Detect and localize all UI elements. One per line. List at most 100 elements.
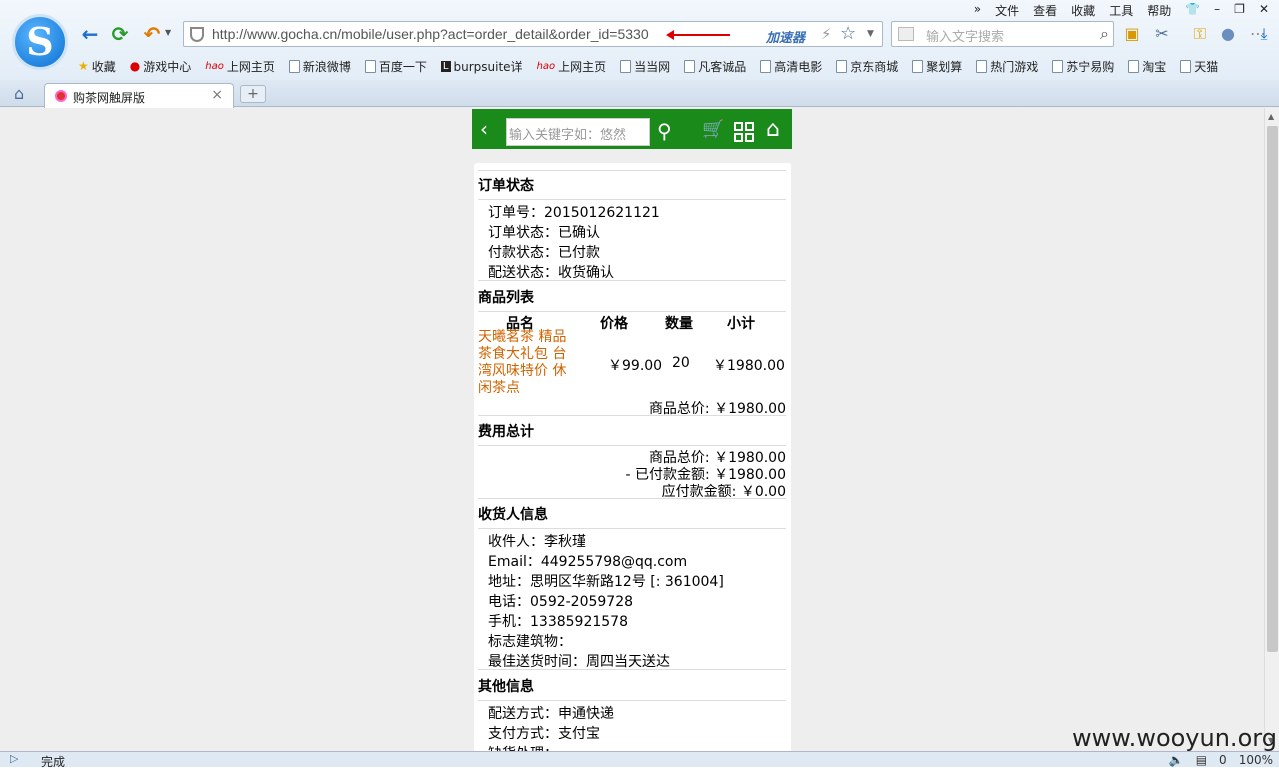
divider: [478, 280, 786, 281]
bookmark-item[interactable]: 聚划算: [912, 57, 962, 75]
toolbox-icon[interactable]: ▤: [1196, 753, 1207, 767]
home-icon[interactable]: ⌂: [766, 117, 780, 142]
bolt-icon[interactable]: ⚡: [821, 25, 832, 43]
scroll-up-icon[interactable]: ▲: [1268, 112, 1274, 121]
page-icon: [620, 59, 632, 73]
download-icon[interactable]: ⤓: [1254, 24, 1274, 44]
product-qty: 20: [672, 355, 690, 371]
page-icon: [1128, 59, 1140, 73]
other-info-title: 其他信息: [478, 679, 534, 695]
page-icon: [684, 59, 696, 73]
refresh-button[interactable]: ⟳: [108, 22, 132, 46]
scissors-icon[interactable]: ✂: [1152, 24, 1172, 44]
bookmark-item[interactable]: 热门游戏: [976, 57, 1038, 75]
consignee-landmark: 标志建筑物：: [488, 634, 572, 650]
browser-logo-icon[interactable]: [12, 14, 68, 70]
search-icon[interactable]: ⚲: [657, 119, 672, 143]
watermark: www.wooyun.org: [1072, 724, 1277, 752]
search-icon[interactable]: ⌕: [1100, 24, 1109, 44]
close-icon[interactable]: ✕: [1259, 2, 1269, 18]
divider: [478, 415, 786, 416]
search-box[interactable]: 输入文字搜索 ⌕: [891, 21, 1114, 47]
chevron-down-icon[interactable]: ▼: [165, 28, 171, 37]
accelerator-label[interactable]: 加速器: [766, 27, 805, 46]
menu-bar: » 文件 查看 收藏 工具 帮助 👕 – ❐ ✕: [974, 2, 1269, 18]
back-icon[interactable]: ‹: [480, 117, 488, 141]
divider: [478, 170, 786, 171]
menu-help[interactable]: 帮助: [1147, 2, 1171, 18]
address-bar[interactable]: http://www.gocha.cn/mobile/user.php?act=…: [183, 21, 883, 47]
bookmark-item[interactable]: 京东商城: [836, 57, 898, 75]
search-engine-icon[interactable]: [898, 27, 914, 41]
bookmarks-bar: ★ 收藏 ● 游戏中心 hao 上网主页 新浪微博 百度一下 Lburpsuite详 …: [78, 57, 1218, 75]
bookmark-item[interactable]: 百度一下: [364, 57, 427, 75]
product-link[interactable]: 天曦茗茶 精品茶食大礼包 台湾风味特价 休闲茶点: [478, 329, 568, 397]
best-delivery-time: 最佳送货时间：周四当天送达: [488, 654, 670, 670]
bookmark-item[interactable]: 凡客诚品: [684, 57, 746, 75]
menu-favorites[interactable]: 收藏: [1071, 2, 1095, 18]
star-icon: ★: [78, 59, 89, 73]
status-tools: 🔈 ▤ 0 100%: [1169, 753, 1273, 767]
chat-icon[interactable]: ●: [1218, 24, 1238, 44]
bookmark-item[interactable]: 苏宁易购: [1052, 57, 1114, 75]
pay-status: 付款状态：已付款: [488, 245, 600, 261]
col-qty: 数量: [665, 316, 693, 332]
zoom-level[interactable]: 100%: [1239, 753, 1273, 767]
status-text: 完成: [41, 755, 66, 769]
bookmark-item[interactable]: ● 游戏中心: [130, 57, 192, 75]
mobile-header: ‹ 输入关键字如：悠然 ⚲ 🛒 ⌂: [472, 109, 792, 149]
bookmark-item[interactable]: hao 上网主页: [537, 57, 607, 75]
scroll-thumb[interactable]: [1267, 126, 1278, 652]
sidebar-toggle-icon[interactable]: ▷: [10, 752, 18, 765]
close-icon[interactable]: ×: [211, 87, 223, 103]
order-detail-card: 订单状态 订单号：2015012621121 订单状态：已确认 付款状态：已付款…: [474, 163, 791, 751]
restore-icon[interactable]: ❐: [1234, 2, 1245, 18]
bookmark-item[interactable]: Lburpsuite详: [440, 57, 523, 75]
cart-icon[interactable]: 🛒: [702, 119, 724, 140]
page-icon: [912, 59, 924, 73]
menu-tools[interactable]: 工具: [1109, 2, 1133, 18]
volume-icon[interactable]: 🔈: [1169, 753, 1184, 767]
bookmark-item[interactable]: 新浪微博: [288, 57, 351, 75]
consignee-email: Email：449255798@qq.com: [488, 554, 688, 570]
menu-file[interactable]: 文件: [995, 2, 1019, 18]
keyword-search-input[interactable]: 输入关键字如：悠然: [506, 118, 650, 146]
consignee-phone: 电话：0592-2059728: [488, 594, 634, 610]
undo-close-button[interactable]: ↶: [140, 22, 164, 46]
status-bar: ▷ 完成 🔈 ▤ 0 100%: [0, 751, 1279, 769]
bookmark-item[interactable]: 当当网: [620, 57, 670, 75]
bookmark-item[interactable]: 天猫: [1180, 57, 1218, 75]
new-tab-button[interactable]: +: [240, 85, 266, 103]
payment-method: 支付方式：支付宝: [488, 726, 600, 742]
shield-icon: [190, 27, 204, 42]
order-status: 订单状态：已确认: [488, 225, 600, 241]
page-icon: [288, 59, 300, 73]
annotation-arrow: [666, 30, 730, 40]
consignee-address: 地址：思明区华新路12号 [: 361004]: [488, 574, 724, 590]
bookmark-item[interactable]: hao 上网主页: [205, 57, 275, 75]
menu-view[interactable]: 查看: [1033, 2, 1057, 18]
star-icon[interactable]: ☆: [840, 23, 856, 44]
bookmark-item[interactable]: ★ 收藏: [78, 57, 116, 75]
key-icon[interactable]: ⚿: [1190, 24, 1210, 44]
search-input[interactable]: 输入文字搜索: [926, 26, 1004, 45]
address-dropdown-icon[interactable]: ▼: [867, 29, 874, 39]
minimize-icon[interactable]: –: [1214, 2, 1220, 18]
menu-expand-icon[interactable]: »: [974, 2, 981, 18]
divider: [478, 700, 786, 701]
order-status-title: 订单状态: [478, 178, 534, 194]
url-text[interactable]: http://www.gocha.cn/mobile/user.php?act=…: [212, 26, 649, 42]
page-icon: [364, 59, 376, 73]
extension-icon[interactable]: ▣: [1122, 24, 1142, 44]
vertical-scrollbar[interactable]: ▲ ▼: [1264, 108, 1279, 751]
bookmark-item[interactable]: 高清电影: [760, 57, 822, 75]
tab-title: 购茶网触屏版: [73, 91, 146, 105]
back-button[interactable]: ←: [78, 22, 102, 46]
category-grid-icon[interactable]: [734, 122, 754, 142]
tab-active[interactable]: 购茶网触屏版 ×: [44, 83, 234, 108]
bookmark-item[interactable]: 淘宝: [1128, 57, 1166, 75]
page-icon: [836, 59, 848, 73]
download-count[interactable]: 0: [1219, 753, 1227, 767]
home-icon[interactable]: ⌂: [14, 84, 24, 103]
skin-icon[interactable]: 👕: [1185, 2, 1200, 18]
